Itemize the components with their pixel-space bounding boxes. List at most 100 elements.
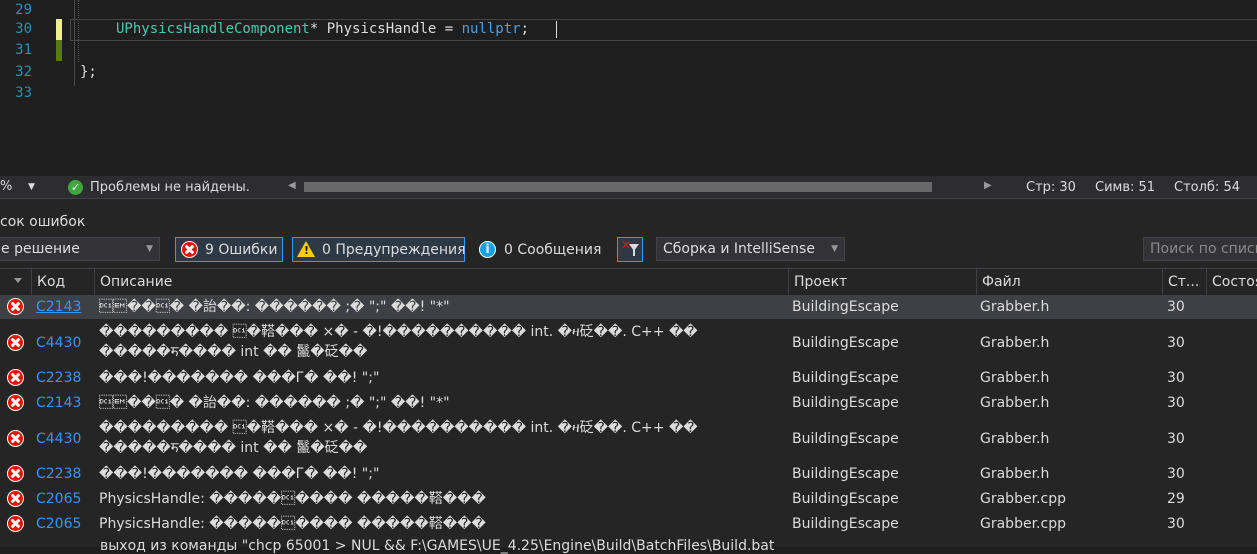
error-icon xyxy=(7,490,24,507)
error-list-toolbar: е решение ▼ 9 Ошибки ! 0 Предупреждения … xyxy=(0,236,1257,264)
chevron-down-icon: ▼ xyxy=(28,182,35,192)
search-input[interactable] xyxy=(1144,238,1257,260)
error-line: 30 xyxy=(1167,370,1185,386)
column-header-line[interactable]: Ст... xyxy=(1162,269,1206,295)
build-source-value: Сборка и IntelliSense xyxy=(663,241,815,257)
issues-status[interactable]: Проблемы не найдены. xyxy=(90,180,250,195)
messages-filter-button[interactable]: i 0 Сообщения xyxy=(474,237,606,262)
type-token: UPhysicsHandleComponent xyxy=(116,21,310,37)
build-source-dropdown[interactable]: Сборка и IntelliSense ▼ xyxy=(656,237,845,261)
scroll-right-icon[interactable]: ▶ xyxy=(984,180,992,191)
description-line: ��� �詒��: ������ ;� ";" ��! "*" xyxy=(99,299,450,315)
error-row[interactable]: C2238 ���!������� ���Г� ��! ";" BuildingEs… xyxy=(0,462,1257,486)
keyword-token: nullptr xyxy=(461,21,521,37)
error-code-link[interactable]: C2238 xyxy=(36,368,81,388)
line-number: 30 xyxy=(15,21,32,37)
error-line: 30 xyxy=(1167,335,1185,351)
code-line-31[interactable]: 31 xyxy=(0,40,1257,61)
error-project: BuildingEscape xyxy=(792,466,899,482)
error-icon xyxy=(7,465,24,482)
error-row[interactable]: C2143 ��� �詒��: ������ ;� ";" ��! "*" B… xyxy=(0,391,1257,415)
errors-filter-label: 9 Ошибки xyxy=(205,242,278,258)
description-line: ��������� �鞳��� ×� - �!���������� int. … xyxy=(99,420,698,436)
column-header-project[interactable]: Проект xyxy=(788,269,976,295)
code-text[interactable]: UPhysicsHandleComponent* PhysicsHandle =… xyxy=(116,19,529,40)
error-row[interactable]: C4430 ��������� �鞳��� ×� - �!���������� … xyxy=(0,416,1257,461)
description-line: PhysicsHandle: ��������� �����鞳��� xyxy=(99,516,486,532)
code-line-29[interactable]: 29 xyxy=(0,0,1257,21)
error-code-link[interactable]: C2143 xyxy=(36,297,81,317)
code-text[interactable]: }; xyxy=(80,62,97,83)
description-line: PhysicsHandle: ��������� �����鞳��� xyxy=(99,491,486,507)
error-row[interactable]: C2238 ���!������� ���Г� ��! ";" BuildingEs… xyxy=(0,366,1257,390)
line-number: 33 xyxy=(15,85,32,101)
description-line: ��������� �鞳��� ×� - �!���������� int. … xyxy=(99,324,698,340)
code-line-30[interactable]: 30 UPhysicsHandleComponent* PhysicsHandl… xyxy=(0,19,1257,40)
error-list-header: Код Описание Проект Файл Ст... Состоя xyxy=(0,268,1257,296)
error-line: 29 xyxy=(1167,491,1185,507)
error-row[interactable]: C2065 PhysicsHandle: ��������� �����鞳���… xyxy=(0,487,1257,511)
error-description: PhysicsHandle: ��������� �����鞳��� xyxy=(99,489,486,509)
line-indicator: Стр: 30 xyxy=(1026,180,1076,195)
error-list-panel: сок ошибок е решение ▼ 9 Ошибки ! 0 Пред… xyxy=(0,198,1257,554)
error-description: ��� �詒��: ������ ;� ";" ��! "*" xyxy=(99,393,450,413)
error-row[interactable]: C2065 PhysicsHandle: ��������� �����鞳���… xyxy=(0,512,1257,536)
description-line: �����ॸ���� int �� 鬣�砭�� xyxy=(99,344,368,360)
chevron-down-icon: ▼ xyxy=(831,244,838,254)
scroll-left-icon[interactable]: ◀ xyxy=(288,180,296,191)
scope-dropdown[interactable]: е решение ▼ xyxy=(0,237,160,261)
errors-filter-button[interactable]: 9 Ошибки xyxy=(175,237,283,262)
description-line: ��� �詒��: ������ ;� ";" ��! "*" xyxy=(99,395,450,411)
error-search-box[interactable] xyxy=(1143,237,1257,261)
error-description: ��� �詒��: ������ ;� ";" ��! "*" xyxy=(99,297,450,317)
error-code-link[interactable]: C2065 xyxy=(36,514,81,534)
code-token: ; xyxy=(520,21,530,37)
sort-indicator-icon xyxy=(14,278,22,283)
saved-change-marker xyxy=(56,40,62,61)
column-header-file[interactable]: Файл xyxy=(976,269,1162,295)
warnings-filter-button[interactable]: ! 0 Предупреждения xyxy=(292,237,466,262)
error-row[interactable]: C2143 ��� �詒��: ������ ;� ";" ��! "*" B… xyxy=(0,295,1257,319)
error-line: 30 xyxy=(1167,431,1185,447)
warning-icon: ! xyxy=(297,241,315,257)
error-code-link[interactable]: C2238 xyxy=(36,464,81,484)
error-file: Grabber.h xyxy=(980,431,1050,447)
code-line-33[interactable]: 33 xyxy=(0,83,1257,104)
error-line: 30 xyxy=(1167,466,1185,482)
column-header-state[interactable]: Состоя xyxy=(1206,269,1257,295)
error-icon xyxy=(181,241,198,258)
panel-title: сок ошибок xyxy=(0,214,86,230)
description-line: ���!������� ���Г� ��! ";" xyxy=(99,466,380,482)
error-line: 30 xyxy=(1167,299,1185,315)
error-code-link[interactable]: C2065 xyxy=(36,489,81,509)
error-project: BuildingEscape xyxy=(792,395,899,411)
error-code-link[interactable]: C4430 xyxy=(36,333,81,353)
code-line-32[interactable]: 32 }; xyxy=(0,62,1257,83)
clear-filter-button[interactable]: ✕ xyxy=(617,237,643,262)
error-file: Grabber.cpp xyxy=(980,516,1066,532)
error-description: ��������� �鞳��� ×� - �!���������� int. … xyxy=(99,418,698,458)
filter-funnel-stem xyxy=(633,250,635,256)
error-line: 30 xyxy=(1167,516,1185,532)
error-icon xyxy=(7,369,24,386)
line-number: 31 xyxy=(15,42,32,58)
error-code-link[interactable]: C4430 xyxy=(36,429,81,449)
error-file: Grabber.h xyxy=(980,299,1050,315)
error-code-link[interactable]: C2143 xyxy=(36,393,81,413)
column-header-description[interactable]: Описание xyxy=(94,269,788,295)
error-description: ���!������� ���Г� ��! ";" xyxy=(99,464,379,484)
error-row[interactable]: C4430 ��������� �鞳��� ×� - �!���������� … xyxy=(0,320,1257,365)
zoom-dropdown[interactable]: % ▼ xyxy=(0,179,40,195)
error-icon xyxy=(7,334,24,351)
error-icon xyxy=(7,430,24,447)
error-icon xyxy=(7,298,24,315)
error-description: ���!������� ���Г� ��! ";" xyxy=(99,368,379,388)
editor-status-bar: % ▼ ✓ Проблемы не найдены. ◀ ▶ Стр: 30 С… xyxy=(0,176,1257,198)
error-file: Grabber.h xyxy=(980,370,1050,386)
error-icon xyxy=(7,515,24,532)
horizontal-scrollbar-thumb[interactable] xyxy=(304,182,932,192)
partial-error-row[interactable]: выход из команды "chcp 65001 > NUL && F:… xyxy=(100,538,774,554)
error-file: Grabber.h xyxy=(980,395,1050,411)
column-header-code[interactable]: Код xyxy=(31,269,94,295)
code-editor[interactable]: 29 30 UPhysicsHandleComponent* PhysicsHa… xyxy=(0,0,1257,175)
